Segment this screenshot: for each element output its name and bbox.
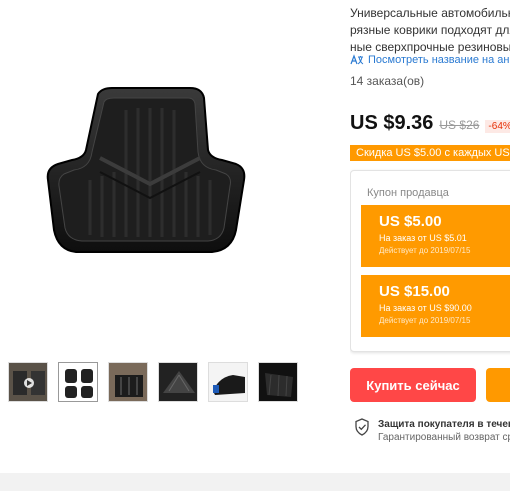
price-row: US $9.36 US $26 -64% — [350, 112, 510, 135]
coupon-validity: Действует до 2019/07/15 — [379, 316, 471, 325]
protection-description: Гарантированный возврат ср — [378, 432, 510, 443]
store-discount-banner[interactable]: Скидка US $5.00 с каждых US $5.01 — [350, 145, 510, 161]
coupon-panel-header: Купон продавца — [367, 187, 449, 199]
thumbnail-6[interactable] — [258, 362, 298, 402]
discount-badge: -64% — [485, 120, 510, 133]
coupon-amount: US $5.00 — [379, 213, 442, 230]
coupon-condition: На заказ от US $90.00 — [379, 303, 472, 313]
add-to-cart-button[interactable] — [486, 368, 510, 402]
translate-title-link[interactable]: Посмотреть название на англ — [350, 54, 510, 66]
coupon-card[interactable]: US $15.00 На заказ от US $90.00 Действуе… — [361, 275, 510, 337]
buyer-protection: Защита покупателя в течен Гарантированны… — [354, 418, 510, 444]
coupon-condition: На заказ от US $5.01 — [379, 233, 467, 243]
action-buttons: Купить сейчас — [350, 368, 510, 402]
protection-title: Защита покупателя в течен — [378, 419, 510, 430]
coupon-card[interactable]: US $5.00 На заказ от US $5.01 Действует … — [361, 205, 510, 267]
thumbnail-strip — [8, 362, 298, 402]
seller-coupon-panel: Купон продавца US $5.00 На заказ от US $… — [350, 170, 510, 352]
translate-label: Посмотреть название на англ — [368, 54, 510, 66]
thumbnail-3[interactable] — [108, 362, 148, 402]
thumbnail-5[interactable] — [208, 362, 248, 402]
thumbnail-1[interactable] — [8, 362, 48, 402]
title-line: рязные коврики подходят для — [350, 23, 510, 37]
title-line: ные сверхпрочные резиновые — [350, 40, 510, 54]
product-gallery — [0, 0, 340, 410]
thumbnail-4[interactable] — [158, 362, 198, 402]
product-title: Универсальные автомобильные рязные коври… — [350, 6, 510, 55]
current-price: US $9.36 — [350, 112, 434, 134]
page-bottom-strip — [0, 473, 510, 491]
translate-icon — [350, 54, 364, 65]
product-info: Универсальные автомобильные рязные коври… — [350, 0, 510, 470]
coupon-validity: Действует до 2019/07/15 — [379, 246, 471, 255]
protection-text: Защита покупателя в течен Гарантированны… — [378, 418, 510, 444]
coupon-amount: US $15.00 — [379, 283, 450, 300]
shield-icon — [355, 418, 369, 436]
orders-count: 14 заказа(ов) — [350, 74, 425, 88]
main-product-image[interactable] — [40, 80, 260, 270]
title-line: Универсальные автомобильные — [350, 6, 510, 20]
original-price: US $26 — [439, 118, 480, 132]
buy-now-button[interactable]: Купить сейчас — [350, 368, 476, 402]
thumbnail-2[interactable] — [58, 362, 98, 402]
